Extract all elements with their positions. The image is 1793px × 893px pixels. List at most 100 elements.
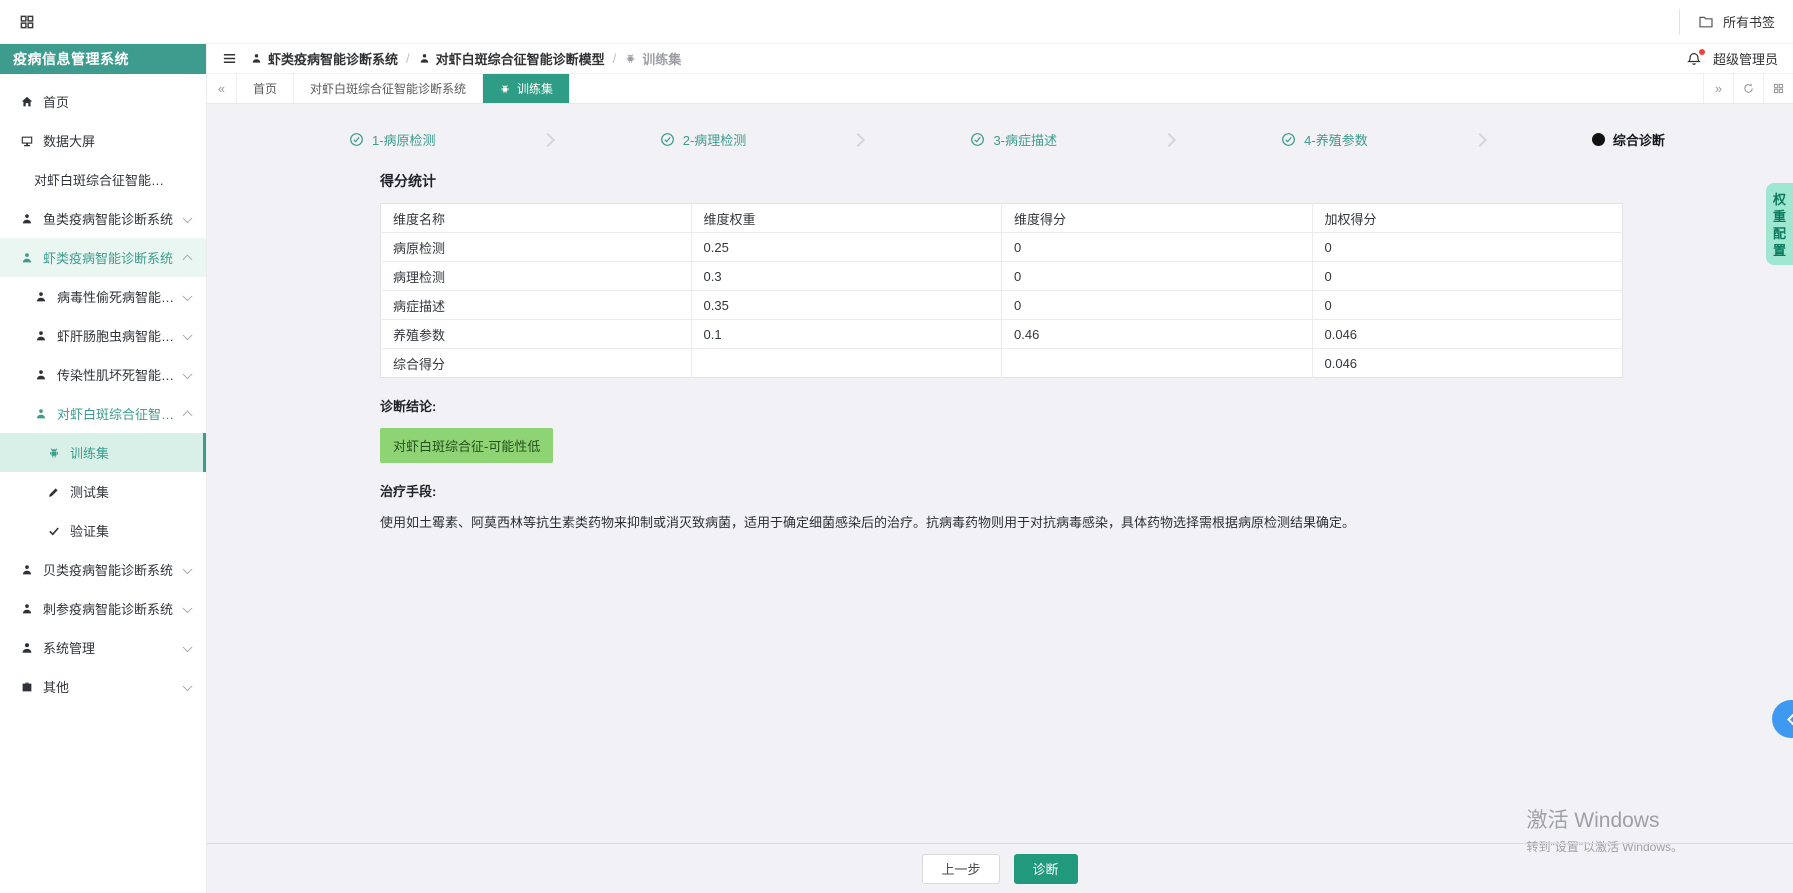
weight-config-tab[interactable]: 权重配置 <box>1766 183 1793 265</box>
breadcrumb-item-0[interactable]: 虾类疫病智能诊断系统 <box>250 49 398 68</box>
step-1[interactable]: 1-病原检测 <box>349 130 436 149</box>
score-cell: 0 <box>1001 232 1313 262</box>
step-label: 4-养殖参数 <box>1304 133 1368 148</box>
sidebar-item-label: 贝类疫病智能诊断系统 <box>43 563 174 578</box>
sidebar-item-15[interactable]: 其他 <box>0 667 206 706</box>
sidebar-item-label: 对虾白斑综合征智能诊断模型 <box>57 407 176 422</box>
breadcrumb-item-1[interactable]: 对虾白斑综合征智能诊断模型 <box>418 49 605 68</box>
sidebar-item-10[interactable]: 测试集 <box>0 472 206 511</box>
apps-grid-icon[interactable] <box>18 13 36 31</box>
wizard-footer: 上一步 诊断 <box>207 843 1793 893</box>
sidebar-item-13[interactable]: 刺参疫病智能诊断系统 <box>0 589 206 628</box>
diagnose-button[interactable]: 诊断 <box>1013 853 1078 884</box>
station-icon <box>20 563 34 577</box>
main-header: 虾类疫病智能诊断系统 / 对虾白斑综合征智能诊断模型 / 训练集 超级管理员 <box>207 44 1793 74</box>
sidebar-item-label: 对虾白斑综合征智能诊断系统 <box>34 173 176 188</box>
circlecheck-icon <box>1281 132 1296 147</box>
previous-step-button[interactable]: 上一步 <box>922 853 1000 884</box>
user-icon <box>20 641 34 655</box>
sidebar-item-1[interactable]: 数据大屏 <box>0 121 206 160</box>
breadcrumb-item-2[interactable]: 训练集 <box>624 49 681 68</box>
android-icon <box>624 52 637 65</box>
home-icon <box>20 95 34 109</box>
header-right: 超级管理员 <box>1686 48 1778 68</box>
browser-bar: 所有书签 <box>0 0 1793 44</box>
treatment-label: 治疗手段: <box>380 484 437 499</box>
score-section-title: 得分统计 <box>380 173 436 189</box>
content-area: 1-病原检测 2-病理检测 3-病症描述 4-养殖参数 综合诊断 得分统计 维度名称 维度… <box>207 104 1793 893</box>
score-cell: 0.25 <box>691 232 1002 262</box>
step-4[interactable]: 4-养殖参数 <box>1281 130 1368 149</box>
sidebar-item-11[interactable]: 验证集 <box>0 511 206 550</box>
sidebar-item-9[interactable]: 训练集 <box>0 433 206 472</box>
breadcrumb-label: 虾类疫病智能诊断系统 <box>268 52 399 67</box>
tabs-scroll-left-button[interactable]: « <box>207 74 237 103</box>
score-cell: 0 <box>1001 261 1313 291</box>
layout-grid-button[interactable] <box>1763 74 1793 103</box>
step-2[interactable]: 2-病理检测 <box>660 130 746 149</box>
chevron-up-icon <box>182 253 193 264</box>
chevron-down-icon <box>182 680 193 691</box>
tab-2[interactable]: 训练集 <box>483 74 571 103</box>
step-separator-icon <box>851 132 866 147</box>
score-cell <box>1001 348 1313 378</box>
collapse-panel-button[interactable] <box>1772 700 1793 738</box>
notifications-bell-icon[interactable] <box>1686 48 1705 67</box>
chevron-left-icon <box>1786 712 1793 726</box>
sidebar-item-6[interactable]: 虾肝肠胞虫病智能诊断模型 <box>0 316 206 355</box>
sidebar-item-label: 训练集 <box>70 446 110 461</box>
sidebar-item-12[interactable]: 贝类疫病智能诊断系统 <box>0 550 206 589</box>
diagnosis-stepper: 1-病原检测 2-病理检测 3-病症描述 4-养殖参数 综合诊断 <box>349 130 1665 149</box>
breadcrumb-separator: / <box>406 51 410 66</box>
sidebar-item-8[interactable]: 对虾白斑综合征智能诊断模型 <box>0 394 206 433</box>
hamburger-menu-icon[interactable] <box>222 51 237 66</box>
sidebar-item-4[interactable]: 虾类疫病智能诊断系统 <box>0 238 206 277</box>
circlecheck-icon <box>660 132 675 147</box>
sidebar-menu: 首页数据大屏对虾白斑综合征智能诊断系统鱼类疫病智能诊断系统虾类疫病智能诊断系统病… <box>0 74 206 893</box>
android-icon <box>47 446 61 460</box>
diagnosis-result-badge: 对虾白斑综合征-可能性低 <box>380 428 554 463</box>
score-table-row-2: 病症描述 0.35 0 0 <box>380 290 1623 320</box>
sidebar-item-5[interactable]: 病毒性偷死病智能诊断模型 <box>0 277 206 316</box>
sidebar-item-3[interactable]: 鱼类疫病智能诊断系统 <box>0 199 206 238</box>
bookmarks-button[interactable]: 所有书签 <box>1678 8 1775 35</box>
score-cell: 病理检测 <box>380 261 692 291</box>
refresh-tab-button[interactable] <box>1733 74 1763 103</box>
score-column-header: 加权得分 <box>1312 203 1623 233</box>
score-cell: 0 <box>1312 290 1623 320</box>
sidebar-item-label: 数据大屏 <box>43 134 96 149</box>
user-name[interactable]: 超级管理员 <box>1713 49 1778 68</box>
sidebar-item-label: 病毒性偷死病智能诊断模型 <box>57 290 176 305</box>
station-icon <box>34 407 48 421</box>
sidebar-item-7[interactable]: 传染性肌坏死智能诊断模型 <box>0 355 206 394</box>
main-area: 虾类疫病智能诊断系统 / 对虾白斑综合征智能诊断模型 / 训练集 超级管理员 « 首页对… <box>207 44 1793 893</box>
sidebar-item-label: 刺参疫病智能诊断系统 <box>43 602 174 617</box>
sidebar-item-0[interactable]: 首页 <box>0 82 206 121</box>
watermark-line1: 激活 Windows <box>1526 809 1660 832</box>
step-separator-icon <box>1472 132 1487 147</box>
tabs-scroll-right-button[interactable]: » <box>1703 74 1733 103</box>
android-icon <box>499 83 511 95</box>
sidebar-item-14[interactable]: 系统管理 <box>0 628 206 667</box>
score-cell: 0.35 <box>691 290 1002 320</box>
sidebar-item-label: 系统管理 <box>43 641 96 656</box>
score-cell: 0.046 <box>1312 319 1623 349</box>
sidebar: 疫病信息管理系统 首页数据大屏对虾白斑综合征智能诊断系统鱼类疫病智能诊断系统虾类… <box>0 44 207 893</box>
score-table-row-0: 病原检测 0.25 0 0 <box>380 232 1623 262</box>
sidebar-item-label: 其他 <box>43 680 70 695</box>
sidebar-item-label: 鱼类疫病智能诊断系统 <box>43 212 174 227</box>
score-column-header: 维度名称 <box>380 203 692 233</box>
station-icon <box>20 251 34 265</box>
tab-0[interactable]: 首页 <box>237 74 295 103</box>
sidebar-item-2[interactable]: 对虾白斑综合征智能诊断系统 <box>0 160 206 199</box>
check-icon <box>47 524 61 538</box>
tab-1[interactable]: 对虾白斑综合征智能诊断系统 <box>294 74 484 103</box>
score-cell: 0 <box>1001 290 1313 320</box>
sidebar-item-label: 虾肝肠胞虫病智能诊断模型 <box>57 329 176 344</box>
tab-label: 首页 <box>253 82 278 96</box>
score-table-row-1: 病理检测 0.3 0 0 <box>380 261 1623 291</box>
step-3[interactable]: 3-病症描述 <box>970 130 1057 149</box>
step-5[interactable]: 综合诊断 <box>1591 130 1665 149</box>
chevron-up-icon <box>182 409 193 420</box>
notification-dot <box>1698 48 1705 55</box>
